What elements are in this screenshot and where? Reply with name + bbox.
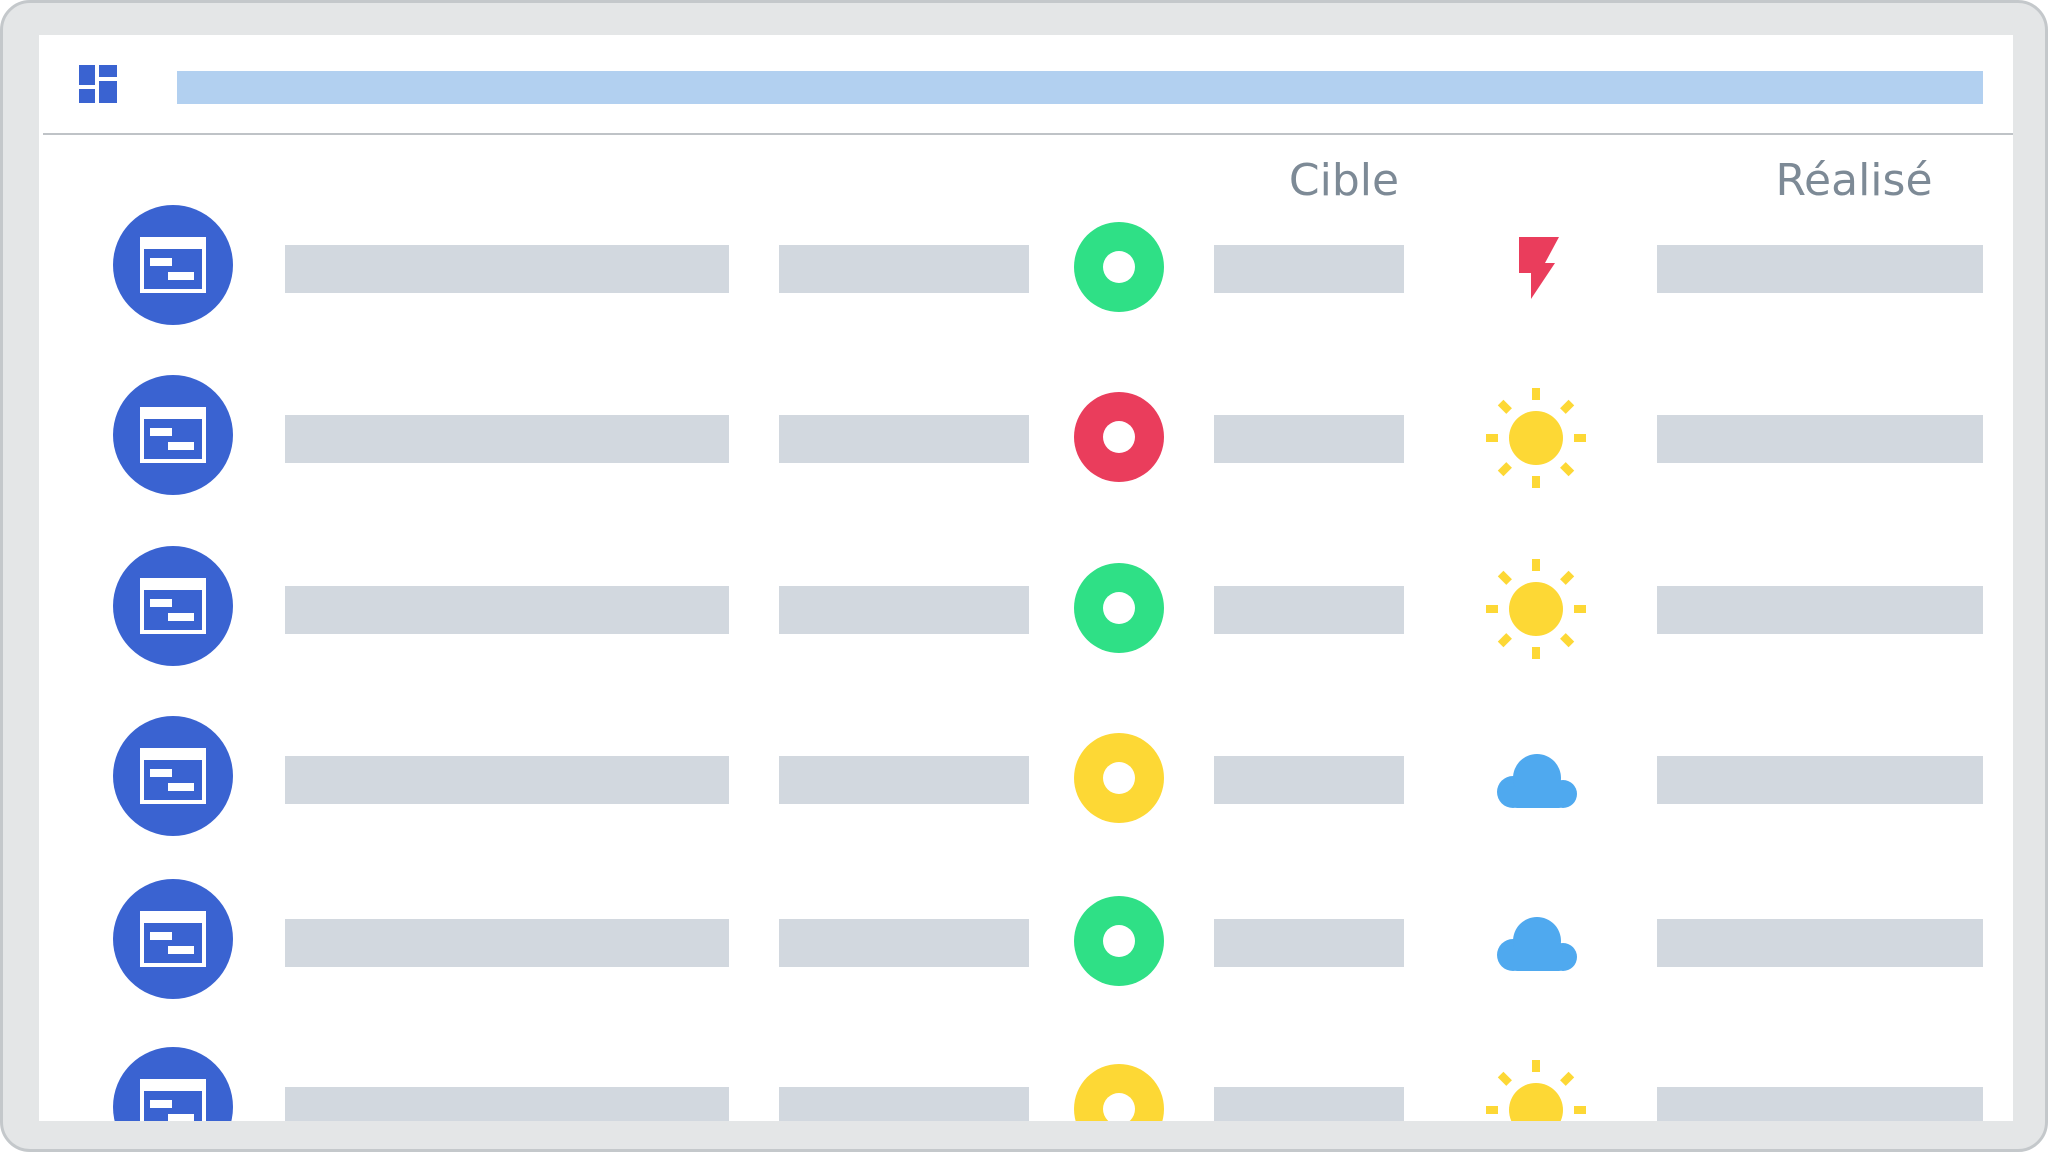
name-placeholder — [285, 415, 729, 463]
report-icon — [113, 546, 233, 666]
status-green-icon — [1073, 562, 1165, 654]
app-frame: Cible Réalisé — [0, 0, 2048, 1152]
sun-icon — [1481, 554, 1591, 664]
cible-placeholder — [1214, 1087, 1404, 1121]
cible-placeholder — [1214, 919, 1404, 967]
owner-placeholder — [779, 756, 1029, 804]
column-header-cible: Cible — [1288, 155, 1400, 206]
realise-placeholder — [1657, 245, 1983, 293]
status-yellow-icon — [1073, 1063, 1165, 1121]
owner-placeholder — [779, 1087, 1029, 1121]
realise-placeholder — [1657, 415, 1983, 463]
name-placeholder — [285, 245, 729, 293]
name-placeholder — [285, 756, 729, 804]
name-placeholder — [285, 586, 729, 634]
table-row[interactable] — [39, 375, 2013, 495]
table-row[interactable] — [39, 1047, 2013, 1121]
cible-placeholder — [1214, 415, 1404, 463]
sun-icon — [1481, 1055, 1591, 1121]
header — [39, 35, 2013, 135]
realise-placeholder — [1657, 756, 1983, 804]
app-window: Cible Réalisé — [39, 35, 2013, 1121]
cible-placeholder — [1214, 756, 1404, 804]
table-row[interactable] — [39, 546, 2013, 666]
realise-placeholder — [1657, 1087, 1983, 1121]
owner-placeholder — [779, 919, 1029, 967]
table-row[interactable] — [39, 879, 2013, 999]
owner-placeholder — [779, 415, 1029, 463]
report-icon — [113, 716, 233, 836]
cible-placeholder — [1214, 586, 1404, 634]
owner-placeholder — [779, 245, 1029, 293]
report-icon — [113, 205, 233, 325]
report-icon — [113, 1047, 233, 1121]
status-green-icon — [1073, 895, 1165, 987]
owner-placeholder — [779, 586, 1029, 634]
table-row[interactable] — [39, 205, 2013, 325]
realise-placeholder — [1657, 919, 1983, 967]
cloud-icon — [1481, 724, 1591, 834]
cible-placeholder — [1214, 245, 1404, 293]
realise-placeholder — [1657, 586, 1983, 634]
column-header-realise: Réalisé — [1775, 155, 1933, 206]
report-icon — [113, 879, 233, 999]
status-yellow-icon — [1073, 732, 1165, 824]
header-divider — [43, 133, 2013, 135]
table-row[interactable] — [39, 716, 2013, 836]
report-icon — [113, 375, 233, 495]
name-placeholder — [285, 1087, 729, 1121]
status-red-icon — [1073, 391, 1165, 483]
sun-icon — [1481, 383, 1591, 493]
cloud-icon — [1481, 887, 1591, 997]
status-green-icon — [1073, 221, 1165, 313]
name-placeholder — [285, 919, 729, 967]
page-title-placeholder — [177, 71, 1983, 104]
storm-icon — [1481, 213, 1591, 323]
grid-icon[interactable] — [79, 65, 117, 103]
